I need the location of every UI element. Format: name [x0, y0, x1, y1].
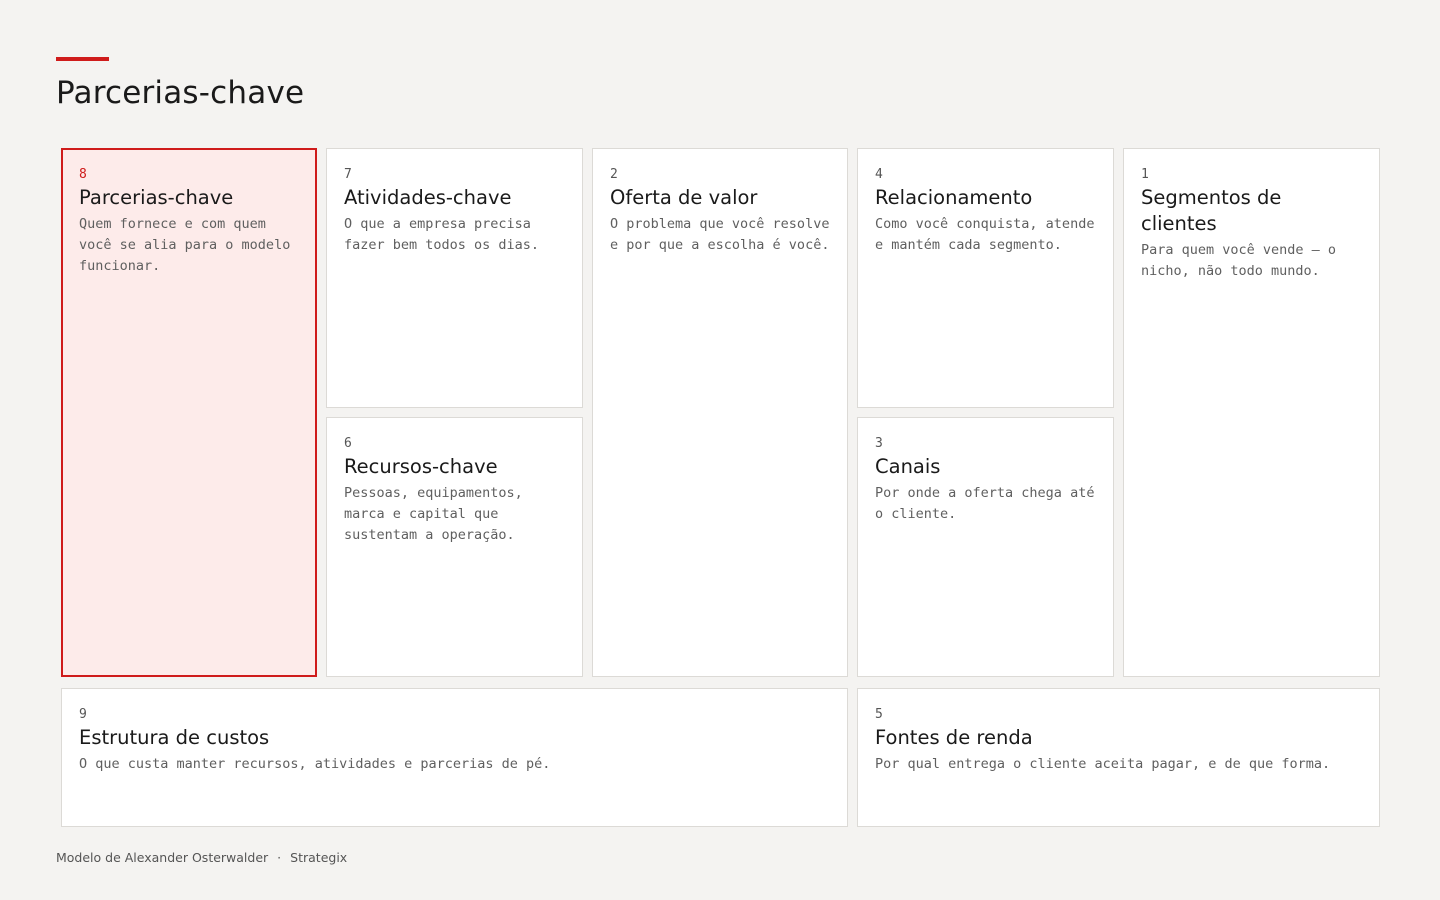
block-description: Para quem você vende — o nicho, não todo… [1141, 242, 1337, 279]
block-number: 8 [79, 167, 87, 182]
block-title: Estrutura de custos [79, 726, 270, 749]
footer: Modelo de Alexander Osterwalder · Strategi… [56, 850, 347, 866]
footer-separator: · [277, 850, 282, 865]
block-number: 9 [79, 707, 87, 722]
canvas-block-value-proposition[interactable]: 2 Oferta de valor O problema que você re… [592, 148, 848, 677]
block-description: Como você conquista, atende e mantém cad… [875, 216, 1095, 253]
block-description: Quem fornece e com quem você se alia par… [79, 216, 291, 274]
block-number: 7 [344, 167, 352, 182]
canvas-block-revenue-streams[interactable]: 5 Fontes de renda Por qual entrega o cli… [857, 688, 1380, 827]
footer-brand: Strategix [290, 850, 348, 865]
canvas-block-key-resources[interactable]: 6 Recursos-chave Pessoas, equipamentos, … [326, 417, 583, 677]
block-title: Oferta de valor [610, 186, 758, 209]
block-title: Parcerias-chave [79, 186, 234, 209]
block-description: O que custa manter recursos, atividades … [79, 756, 551, 772]
block-title: Recursos-chave [344, 455, 498, 478]
canvas-block-customer-segments[interactable]: 1 Segmentos de clientes Para quem você v… [1123, 148, 1380, 677]
block-title: Relacionamento [875, 186, 1033, 209]
block-number: 4 [875, 167, 883, 182]
accent-bar [56, 57, 109, 61]
block-description: O que a empresa precisa fazer bem todos … [344, 216, 540, 253]
canvas-block-cost-structure[interactable]: 9 Estrutura de custos O que custa manter… [61, 688, 848, 827]
block-number: 1 [1141, 167, 1149, 182]
block-description: Por onde a oferta chega até o cliente. [875, 485, 1095, 522]
block-number: 5 [875, 707, 883, 722]
canvas-block-key-partners[interactable]: 8 Parcerias-chave Quem fornece e com que… [61, 148, 317, 677]
canvas-block-key-activities[interactable]: 7 Atividades-chave O que a empresa preci… [326, 148, 583, 408]
page-title: Parcerias-chave [56, 75, 305, 111]
canvas-block-customer-relationships[interactable]: 4 Relacionamento Como você conquista, at… [857, 148, 1114, 408]
block-description: Pessoas, equipamentos, marca e capital q… [344, 485, 523, 543]
block-title: Canais [875, 455, 941, 478]
footer-credit: Modelo de Alexander Osterwalder [56, 850, 269, 865]
block-number: 2 [610, 167, 618, 182]
block-title: Segmentos de clientes [1141, 186, 1282, 235]
block-description: O problema que você resolve e por que a … [610, 216, 830, 253]
block-description: Por qual entrega o cliente aceita pagar,… [875, 756, 1331, 772]
block-title: Atividades-chave [344, 186, 512, 209]
block-title: Fontes de renda [875, 726, 1033, 749]
block-number: 6 [344, 436, 352, 451]
block-number: 3 [875, 436, 883, 451]
canvas-block-channels[interactable]: 3 Canais Por onde a oferta chega até o c… [857, 417, 1114, 677]
